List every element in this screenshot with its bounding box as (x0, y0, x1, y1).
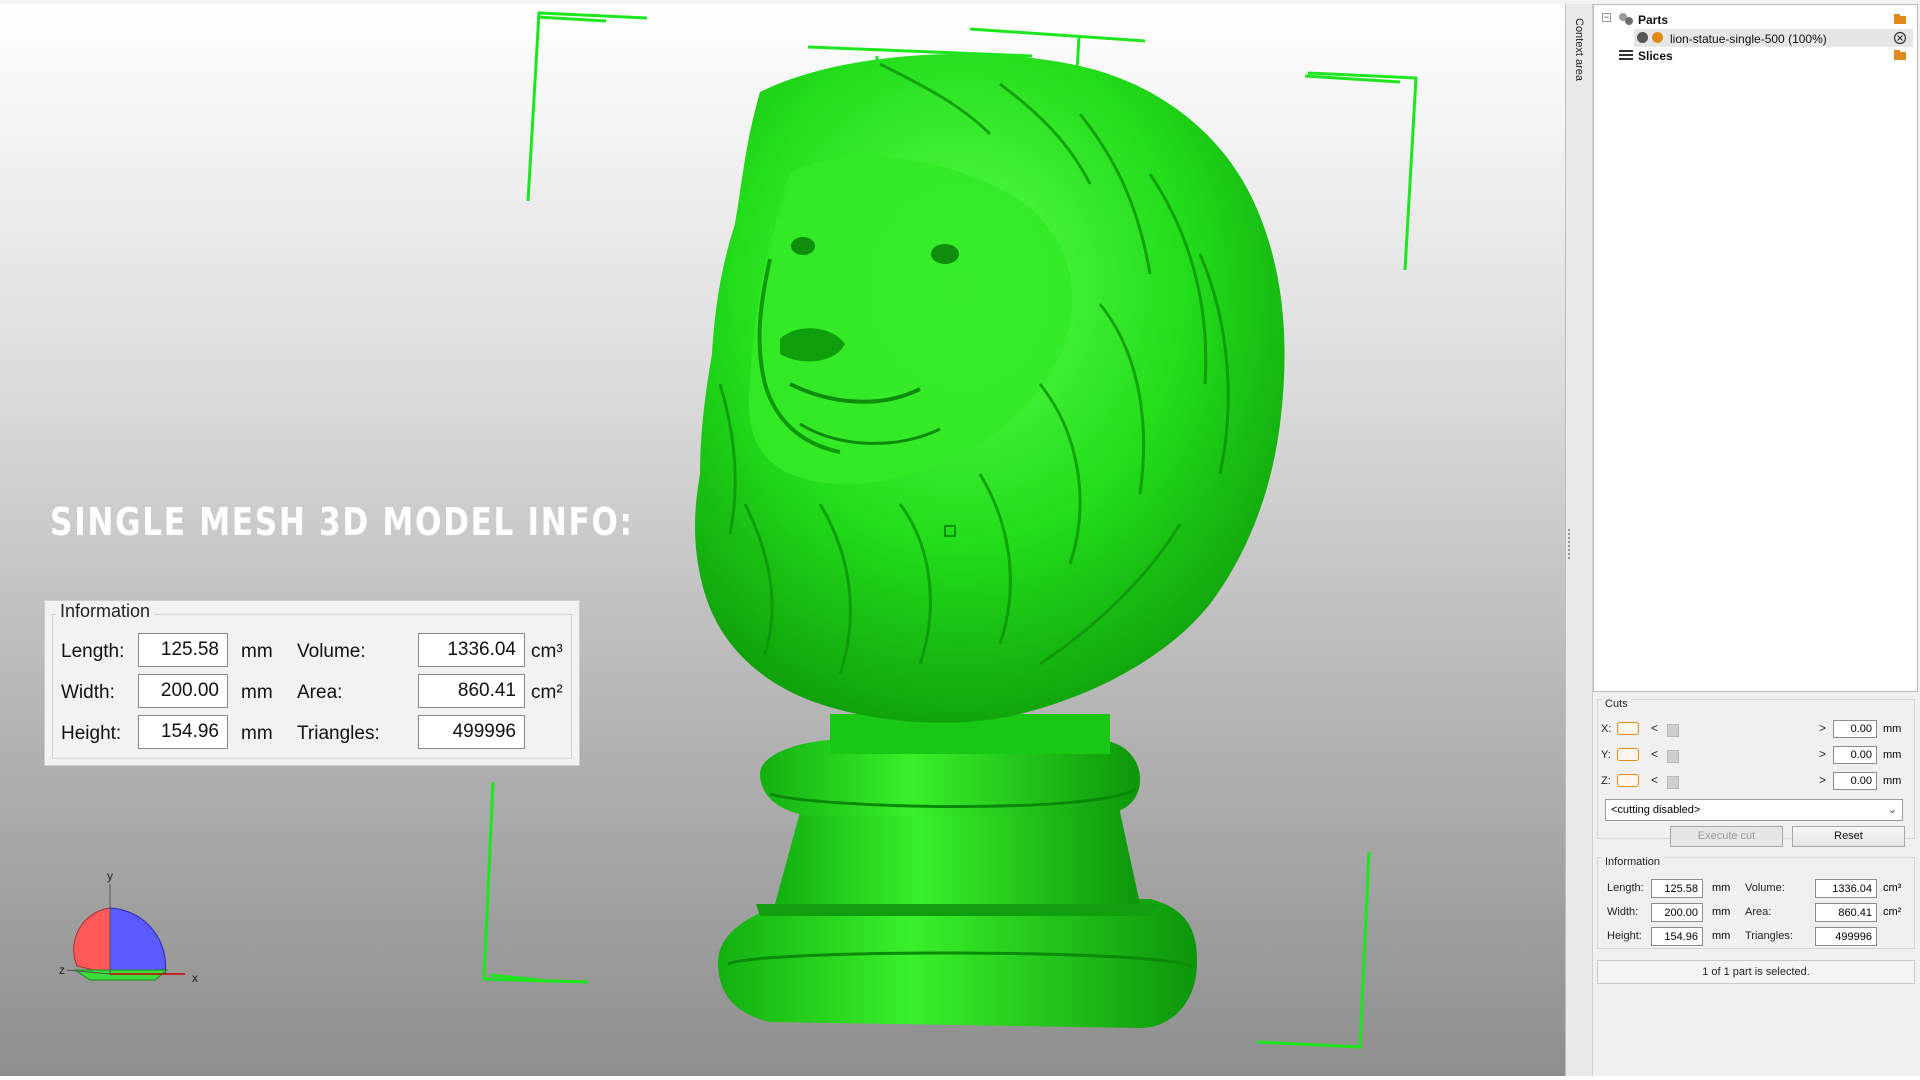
cut-x-toggle[interactable] (1617, 722, 1639, 735)
area-unit: cm² (531, 682, 563, 703)
cut-z-label: Z: (1601, 775, 1611, 787)
splitter-grip[interactable] (1568, 529, 1572, 559)
area-label: Area: (297, 682, 343, 703)
execute-cut-button[interactable]: Execute cut (1670, 826, 1783, 847)
axis-z-label: z (59, 963, 65, 977)
parts-tree[interactable]: − Parts lion-statue-single-500 (100%) Sl… (1593, 4, 1918, 692)
volume-label: Volume: (297, 641, 366, 662)
cut-z-slider-thumb[interactable] (1667, 776, 1679, 789)
axis-x-label: x (192, 971, 198, 985)
height-value: 154.96 (138, 715, 228, 749)
height-label: Height: (61, 723, 122, 744)
cut-x-decrease-button[interactable]: < (1651, 721, 1658, 735)
info-legend: Information (56, 601, 155, 622)
cut-y-slider[interactable] (1667, 750, 1827, 763)
cut-z-unit: mm (1883, 775, 1902, 787)
slices-label: Slices (1638, 49, 1673, 63)
length-value: 125.58 (138, 633, 228, 667)
cut-x-value[interactable]: 0.00 (1833, 720, 1877, 738)
axis-gizmo-graphic: y z x (59, 869, 198, 985)
lion-statue-model[interactable] (695, 53, 1285, 1028)
parts-folder-icon (1619, 13, 1633, 25)
context-area-splitter[interactable]: Context area (1565, 4, 1593, 1076)
parts-folder-badge-icon[interactable] (1893, 12, 1907, 26)
cut-row-y: Y: < > 0.00 mm (1601, 746, 1906, 766)
context-panel: − Parts lion-statue-single-500 (100%) Sl… (1593, 4, 1920, 1076)
cut-x-label: X: (1601, 723, 1612, 735)
cut-z-value[interactable]: 0.00 (1833, 772, 1877, 790)
slices-folder-badge-icon[interactable] (1893, 48, 1907, 62)
info-triangles-label: Triangles: (1745, 930, 1793, 942)
part-visibility-icon[interactable] (1637, 32, 1648, 43)
volume-value: 1336.04 (418, 633, 525, 667)
cut-row-z: Z: < > 0.00 mm (1601, 772, 1906, 792)
context-area-label: Context area (1573, 18, 1585, 81)
part-item-label: lion-statue-single-500 (100%) (1670, 32, 1827, 46)
cut-y-label: Y: (1601, 749, 1611, 761)
cut-x-increase-button[interactable]: > (1819, 721, 1826, 735)
cut-x-slider-thumb[interactable] (1667, 724, 1679, 737)
triangles-value: 499996 (418, 715, 525, 749)
3d-viewport[interactable]: SINGLE MESH 3D MODEL INFO: Information L… (0, 4, 1565, 1076)
width-label: Width: (61, 682, 115, 703)
width-value: 200.00 (138, 674, 228, 708)
cut-y-decrease-button[interactable]: < (1651, 747, 1658, 761)
info-height-unit: mm (1712, 930, 1731, 942)
model-info-overlay: Information Length: 125.58 mm Width: 200… (44, 600, 580, 766)
cut-y-increase-button[interactable]: > (1819, 747, 1826, 761)
cut-z-slider[interactable] (1667, 776, 1827, 789)
info-length-unit: mm (1712, 882, 1731, 894)
info-height-label: Height: (1607, 930, 1642, 942)
overlay-title: SINGLE MESH 3D MODEL INFO: (50, 500, 634, 544)
info-group-legend: Information (1602, 856, 1664, 868)
tree-node-parts[interactable]: Parts (1618, 11, 1913, 29)
info-width-label: Width: (1607, 906, 1639, 918)
height-unit: mm (241, 723, 273, 744)
length-unit: mm (241, 641, 273, 662)
volume-unit: cm³ (531, 641, 563, 662)
info-area-value: 860.41 (1815, 903, 1877, 922)
remove-part-icon[interactable] (1893, 31, 1907, 45)
cut-z-increase-button[interactable]: > (1819, 773, 1826, 787)
parts-label: Parts (1638, 13, 1669, 27)
cuts-legend: Cuts (1602, 698, 1631, 710)
info-length-value: 125.58 (1651, 879, 1703, 898)
cut-x-unit: mm (1883, 723, 1902, 735)
axis-gizmo: y z x (55, 866, 215, 991)
info-volume-label: Volume: (1745, 882, 1785, 894)
length-label: Length: (61, 641, 125, 662)
reset-button[interactable]: Reset (1792, 826, 1905, 847)
cutting-mode-select[interactable]: <cutting disabled> ⌄ (1605, 799, 1903, 821)
info-area-label: Area: (1745, 906, 1772, 918)
axis-y-label: y (107, 869, 113, 883)
cutting-mode-value: <cutting disabled> (1611, 804, 1701, 816)
info-width-unit: mm (1712, 906, 1731, 918)
info-height-value: 154.96 (1651, 927, 1703, 946)
info-volume-unit: cm³ (1883, 882, 1902, 894)
area-value: 860.41 (418, 674, 525, 708)
info-area-unit: cm² (1883, 906, 1902, 918)
info-width-value: 200.00 (1651, 903, 1703, 922)
triangles-label: Triangles: (297, 723, 380, 744)
cut-x-slider[interactable] (1667, 724, 1827, 737)
width-unit: mm (241, 682, 273, 703)
cut-y-toggle[interactable] (1617, 748, 1639, 761)
slices-stack-icon (1619, 50, 1633, 60)
info-triangles-value: 499996 (1815, 927, 1877, 946)
info-length-label: Length: (1607, 882, 1644, 894)
selection-status: 1 of 1 part is selected. (1597, 960, 1915, 984)
tree-node-slices[interactable]: Slices (1618, 47, 1913, 65)
cut-z-toggle[interactable] (1617, 774, 1639, 787)
cut-y-unit: mm (1883, 749, 1902, 761)
part-color-icon (1652, 32, 1663, 43)
chevron-down-icon: ⌄ (1887, 804, 1897, 816)
tree-expander[interactable]: − (1602, 13, 1611, 22)
info-volume-value: 1336.04 (1815, 879, 1877, 898)
tree-node-part-item[interactable]: lion-statue-single-500 (100%) (1634, 29, 1913, 47)
cut-y-slider-thumb[interactable] (1667, 750, 1679, 763)
cut-y-value[interactable]: 0.00 (1833, 746, 1877, 764)
cut-row-x: X: < > 0.00 mm (1601, 720, 1906, 740)
cut-z-decrease-button[interactable]: < (1651, 773, 1658, 787)
